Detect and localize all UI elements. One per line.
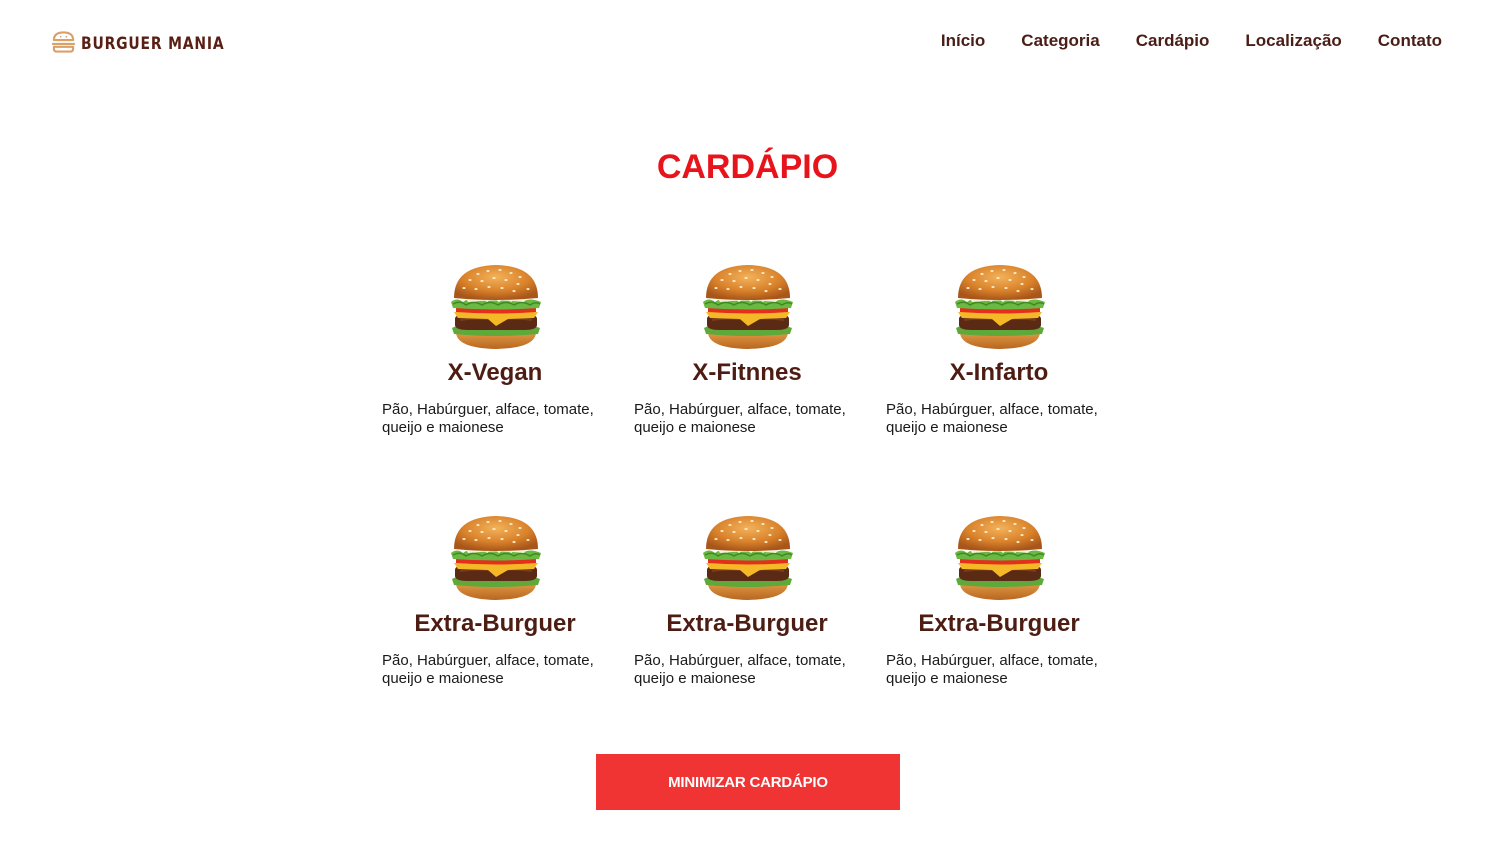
- brand-logo[interactable]: BURGUER MANIA: [51, 30, 256, 54]
- burger-image: [450, 264, 542, 350]
- menu-item-description: Pão, Habúrguer, alface, tomate, queijo e…: [382, 401, 594, 436]
- menu-item-name: X-Infarto: [949, 359, 1049, 386]
- burger-image: [702, 264, 794, 350]
- menu-grid: X-Vegan Pão, Habúrguer, alface, tomate, …: [382, 262, 1112, 688]
- menu-item-name: X-Fitnnes: [692, 359, 802, 386]
- menu-item-name: X-Vegan: [447, 359, 543, 386]
- burger-image: [954, 264, 1046, 350]
- brand-name: BURGUER MANIA: [81, 33, 225, 54]
- menu-item-name: Extra-Burguer: [414, 610, 576, 637]
- page: BURGUER MANIA Início Categoria Cardápio …: [0, 0, 1495, 852]
- nav-link-categoria[interactable]: Categoria: [1021, 31, 1099, 51]
- burger-icon: [51, 31, 76, 53]
- site-header: BURGUER MANIA Início Categoria Cardápio …: [0, 0, 1495, 84]
- menu-title: CARDÁPIO: [656, 148, 839, 186]
- menu-item-description: Pão, Habúrguer, alface, tomate, queijo e…: [634, 401, 846, 436]
- menu-card: X-Infarto Pão, Habúrguer, alface, tomate…: [886, 262, 1112, 437]
- menu-item-name: Extra-Burguer: [918, 610, 1080, 637]
- burger-image: [450, 515, 542, 601]
- menu-card: Extra-Burguer Pão, Habúrguer, alface, to…: [382, 513, 608, 688]
- menu-item-description: Pão, Habúrguer, alface, tomate, queijo e…: [382, 652, 594, 687]
- menu-item-name: Extra-Burguer: [666, 610, 828, 637]
- nav-link-localizacao[interactable]: Localização: [1245, 31, 1341, 51]
- nav-link-cardapio[interactable]: Cardápio: [1136, 31, 1210, 51]
- menu-item-description: Pão, Habúrguer, alface, tomate, queijo e…: [634, 652, 846, 687]
- menu-card: X-Fitnnes Pão, Habúrguer, alface, tomate…: [634, 262, 860, 437]
- menu-item-description: Pão, Habúrguer, alface, tomate, queijo e…: [886, 401, 1098, 436]
- burger-image: [702, 515, 794, 601]
- main-nav: Início Categoria Cardápio Localização Co…: [941, 31, 1442, 51]
- menu-card: X-Vegan Pão, Habúrguer, alface, tomate, …: [382, 262, 608, 437]
- nav-link-contato[interactable]: Contato: [1378, 31, 1442, 51]
- minimize-menu-button[interactable]: MINIMIZAR CARDÁPIO: [596, 754, 900, 810]
- nav-link-inicio[interactable]: Início: [941, 31, 985, 51]
- menu-card: Extra-Burguer Pão, Habúrguer, alface, to…: [634, 513, 860, 688]
- menu-item-description: Pão, Habúrguer, alface, tomate, queijo e…: [886, 652, 1098, 687]
- menu-card: Extra-Burguer Pão, Habúrguer, alface, to…: [886, 513, 1112, 688]
- burger-image: [954, 515, 1046, 601]
